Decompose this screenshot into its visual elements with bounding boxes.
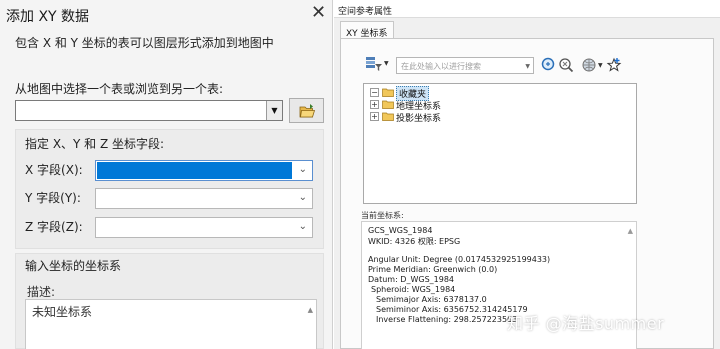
chevron-down-icon: ⌄ bbox=[298, 164, 307, 175]
collapse-icon[interactable]: − bbox=[370, 88, 379, 97]
z-field-select[interactable]: ⌄ bbox=[95, 217, 313, 238]
xyz-fields-group-title: 指定 X、Y 和 Z 坐标字段: bbox=[25, 137, 165, 151]
dialog-title: 添加 XY 数据 bbox=[6, 9, 90, 25]
description-label: 描述: bbox=[27, 285, 56, 299]
chevron-down-icon: ⌄ bbox=[298, 192, 307, 203]
info-line: Spheroid: WGS_1984 bbox=[371, 285, 456, 294]
x-field-label: X 字段(X): bbox=[25, 163, 83, 177]
chevron-down-icon[interactable]: ▼ bbox=[525, 63, 530, 70]
info-line: Datum: D_WGS_1984 bbox=[368, 275, 455, 284]
choose-table-label: 从地图中选择一个表或浏览到另一个表: bbox=[15, 82, 224, 96]
info-line: Prime Meridian: Greenwich (0.0) bbox=[368, 265, 498, 274]
xy-coordinate-system-panel: ▼ 在此处输入以进行搜索 ▼ ▼ − 收藏夹 + 地理坐标系 + 投影坐标系 当… bbox=[340, 38, 714, 349]
info-line: WKID: 4326 权限: EPSG bbox=[368, 237, 461, 246]
dialog-description: 包含 X 和 Y 坐标的表可以图层形式添加到地图中 bbox=[15, 36, 274, 50]
folder-icon bbox=[382, 88, 394, 97]
title-bar: 空间参考属性 bbox=[334, 0, 720, 18]
open-folder-icon bbox=[299, 104, 316, 118]
add-xy-data-dialog: 添加 XY 数据 ✕ 包含 X 和 Y 坐标的表可以图层形式添加到地图中 从地图… bbox=[0, 0, 333, 349]
tree-label: 投影坐标系 bbox=[396, 114, 442, 124]
expand-icon[interactable]: + bbox=[370, 100, 379, 109]
clear-search-icon[interactable] bbox=[558, 57, 574, 73]
coordinate-system-group-title: 输入坐标的坐标系 bbox=[25, 259, 122, 273]
coordinate-system-tree[interactable]: − 收藏夹 + 地理坐标系 + 投影坐标系 bbox=[363, 83, 637, 204]
x-field-value bbox=[97, 162, 292, 179]
filter-icon[interactable] bbox=[365, 56, 383, 72]
scroll-up-icon[interactable]: ▲ bbox=[308, 306, 313, 314]
tab-xy-coordinate-system[interactable]: XY 坐标系 bbox=[340, 21, 394, 39]
description-box[interactable]: 未知坐标系 ▲ bbox=[25, 299, 317, 349]
watermark: 知乎 @海盐summer bbox=[507, 314, 665, 333]
browse-button[interactable] bbox=[289, 98, 324, 123]
z-field-label: Z 字段(Z): bbox=[25, 220, 83, 234]
folder-icon bbox=[382, 100, 394, 109]
table-dropdown[interactable]: ▼ bbox=[15, 100, 283, 121]
current-crs-label: 当前坐标系: bbox=[361, 211, 404, 220]
expand-icon[interactable]: + bbox=[370, 112, 379, 121]
x-field-select[interactable]: ⌄ bbox=[95, 160, 313, 181]
search-icon[interactable] bbox=[541, 57, 557, 73]
info-line: Inverse Flattening: 298.257223563 bbox=[376, 315, 518, 324]
scroll-up-icon[interactable]: ▲ bbox=[628, 227, 633, 235]
description-value: 未知坐标系 bbox=[32, 305, 93, 319]
info-line: Semimajor Axis: 6378137.0 bbox=[376, 295, 487, 304]
dialog-title: 空间参考属性 bbox=[338, 7, 393, 17]
coordinate-system-group: 输入坐标的坐标系 描述: 未知坐标系 ▲ bbox=[15, 253, 324, 349]
globe-icon[interactable] bbox=[581, 57, 597, 73]
xyz-fields-group: 指定 X、Y 和 Z 坐标字段: X 字段(X): ⌄ Y 字段(Y): ⌄ Z… bbox=[15, 129, 324, 249]
info-line: Semiminor Axis: 6356752.314245179 bbox=[376, 305, 528, 314]
chevron-down-icon[interactable]: ▼ bbox=[384, 60, 389, 67]
y-field-label: Y 字段(Y): bbox=[25, 191, 81, 205]
info-line: Angular Unit: Degree (0.0174532925199433… bbox=[368, 255, 551, 264]
search-placeholder: 在此处输入以进行搜索 bbox=[401, 62, 481, 71]
search-input[interactable]: 在此处输入以进行搜索 ▼ bbox=[396, 57, 534, 74]
add-favorite-icon[interactable] bbox=[606, 57, 622, 73]
chevron-down-icon[interactable]: ▼ bbox=[598, 62, 603, 69]
chevron-down-icon[interactable]: ▼ bbox=[266, 101, 282, 120]
info-line: GCS_WGS_1984 bbox=[368, 226, 433, 235]
spatial-reference-dialog: 空间参考属性 XY 坐标系 ▼ 在此处输入以进行搜索 ▼ ▼ − 收藏夹 + 地… bbox=[334, 0, 720, 349]
close-icon[interactable]: ✕ bbox=[311, 3, 326, 23]
folder-icon bbox=[382, 112, 394, 121]
chevron-down-icon: ⌄ bbox=[298, 221, 307, 232]
y-field-select[interactable]: ⌄ bbox=[95, 188, 313, 209]
